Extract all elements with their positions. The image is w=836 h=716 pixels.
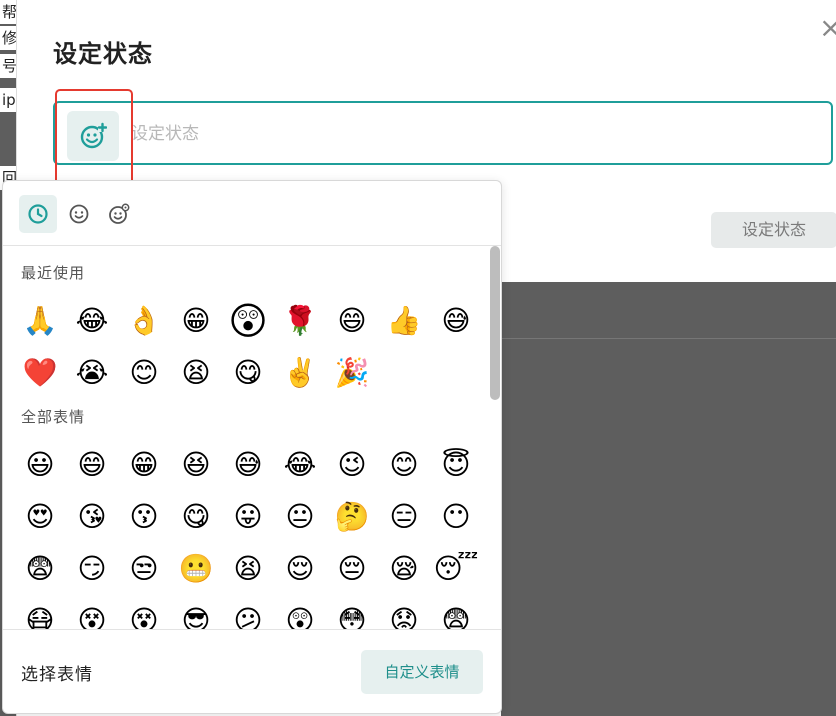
emoji-cell[interactable]: 😋 xyxy=(173,494,219,540)
emoji-cell[interactable]: 😗 xyxy=(121,494,167,540)
tab-emoji[interactable] xyxy=(60,195,98,233)
emoji-cell[interactable]: 😘 xyxy=(69,494,115,540)
custom-emoji-icon xyxy=(109,203,130,224)
emoji-cell[interactable]: 😭 xyxy=(69,350,115,396)
emoji-cell[interactable]: 😃 xyxy=(17,442,63,488)
emoji-cell[interactable]: 😍 xyxy=(17,494,63,540)
emoji-cell[interactable]: 😄 xyxy=(69,442,115,488)
emoji-cell[interactable]: 😫 xyxy=(173,350,219,396)
emoji-cell[interactable]: 😴 xyxy=(433,546,479,592)
emoji-cell[interactable]: 😲 xyxy=(277,598,323,629)
emoji-scroll-area[interactable]: 最近使用 🙏 😂 👌 😁 😲 🌹 😄 👍 😅 ❤️ 😭 😊 😫 😋 ✌️ 🎉 全部表情 😃 😄 😁 😆 😅 😂 😉 😊 😇 😍 😘… xyxy=(3,246,501,629)
emoji-cell[interactable]: 👍 xyxy=(381,298,427,344)
emoji-cell[interactable]: 😂 xyxy=(277,442,323,488)
emoji-cell[interactable]: 😆 xyxy=(173,442,219,488)
tab-custom-emoji[interactable] xyxy=(100,195,138,233)
emoji-cell[interactable]: 😁 xyxy=(121,442,167,488)
emoji-cell[interactable]: ❤️ xyxy=(17,350,63,396)
emoji-picker-tabs xyxy=(3,181,501,246)
emoji-cell[interactable]: 😊 xyxy=(121,350,167,396)
emoji-cell[interactable]: 😬 xyxy=(173,546,219,592)
set-status-button[interactable]: 设定状态 xyxy=(711,212,836,248)
emoji-cell[interactable]: 😷 xyxy=(17,598,63,629)
emoji-cell[interactable]: 😄 xyxy=(329,298,375,344)
emoji-cell[interactable]: 😕 xyxy=(225,598,271,629)
emoji-cell[interactable]: 😨 xyxy=(433,598,479,629)
emoji-cell[interactable]: 😊 xyxy=(381,442,427,488)
emoji-cell[interactable]: 😁 xyxy=(173,298,219,344)
emoji-cell[interactable]: 👌 xyxy=(121,298,167,344)
emoji-cell[interactable]: 😔 xyxy=(329,546,375,592)
emoji-cell[interactable]: 😅 xyxy=(433,298,479,344)
status-input[interactable] xyxy=(129,109,813,159)
emoji-cell[interactable]: 😫 xyxy=(225,546,271,592)
section-all-title: 全部表情 xyxy=(21,408,86,426)
modal-overlay xyxy=(501,282,836,716)
emoji-cell[interactable]: 😇 xyxy=(433,442,479,488)
tab-recent[interactable] xyxy=(19,195,57,233)
emoji-cell[interactable]: 😶 xyxy=(433,494,479,540)
emoji-cell[interactable]: 😎 xyxy=(173,598,219,629)
emoji-cell[interactable]: 😵 xyxy=(121,598,167,629)
close-button[interactable]: × xyxy=(819,12,836,44)
emoji-cell[interactable]: 😅 xyxy=(225,442,271,488)
emoji-cell[interactable]: 😛 xyxy=(225,494,271,540)
emoji-scrollbar[interactable] xyxy=(489,246,501,629)
emoji-cell[interactable]: 😪 xyxy=(381,546,427,592)
status-field xyxy=(53,101,833,165)
emoji-cell[interactable]: ✌️ xyxy=(277,350,323,396)
scrollbar-thumb[interactable] xyxy=(490,246,500,400)
emoji-cell[interactable]: 🙏 xyxy=(17,298,63,344)
emoji-cell[interactable]: 😋 xyxy=(225,350,271,396)
footer-label: 选择表情 xyxy=(21,665,93,685)
emoji-cell[interactable]: 😏 xyxy=(69,546,115,592)
emoji-cell[interactable]: 🤔 xyxy=(329,494,375,540)
section-recent-title: 最近使用 xyxy=(21,264,86,282)
emoji-cell[interactable]: 🎉 xyxy=(329,350,375,396)
dialog-title: 设定状态 xyxy=(53,40,153,68)
emoji-cell[interactable]: 😳 xyxy=(329,598,375,629)
emoji-cell[interactable]: 😉 xyxy=(329,442,375,488)
emoji-cell[interactable]: 😟 xyxy=(381,598,427,629)
add-emoji-icon xyxy=(80,122,107,149)
emoji-cell[interactable]: 🌹 xyxy=(277,298,323,344)
emoji-picker-footer: 选择表情 自定义表情 xyxy=(3,629,501,714)
emoji-cell[interactable]: 😐 xyxy=(277,494,323,540)
emoji-cell[interactable]: 😌 xyxy=(277,546,323,592)
clock-icon xyxy=(28,204,48,224)
emoji-picker-button[interactable] xyxy=(67,111,119,161)
emoji-picker: 最近使用 🙏 😂 👌 😁 😲 🌹 😄 👍 😅 ❤️ 😭 😊 😫 😋 ✌️ 🎉 全部表情 😃 😄 😁 😆 😅 😂 😉 😊 😇 😍 😘… xyxy=(2,180,502,714)
emoji-cell[interactable]: 😨 xyxy=(17,546,63,592)
emoji-cell[interactable]: 😂 xyxy=(69,298,115,344)
emoji-cell[interactable]: 😑 xyxy=(381,494,427,540)
emoji-cell[interactable]: 😵 xyxy=(69,598,115,629)
smiley-icon xyxy=(69,204,89,224)
custom-emoji-button[interactable]: 自定义表情 xyxy=(361,650,483,694)
emoji-cell[interactable]: 😲 xyxy=(225,298,271,344)
emoji-cell[interactable]: 😒 xyxy=(121,546,167,592)
